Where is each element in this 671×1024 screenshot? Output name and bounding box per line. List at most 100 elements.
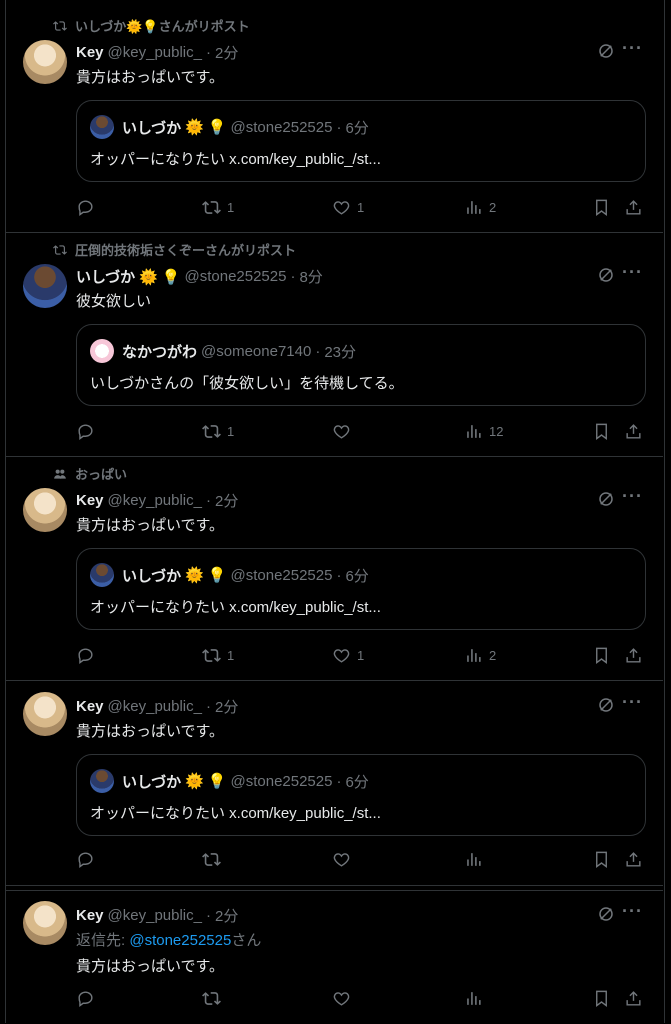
reply-icon bbox=[78, 424, 93, 441]
avatar[interactable] bbox=[23, 40, 67, 84]
author-name[interactable]: Key bbox=[76, 698, 104, 715]
reply-button[interactable] bbox=[76, 850, 95, 869]
retweet-button[interactable] bbox=[202, 850, 227, 869]
reply-icon bbox=[78, 991, 93, 1008]
reply-button[interactable] bbox=[76, 989, 95, 1008]
bookmark-button[interactable] bbox=[592, 989, 611, 1008]
author-handle[interactable]: @key_public_ bbox=[108, 698, 202, 715]
bookmark-button[interactable] bbox=[592, 198, 611, 217]
quoted-post[interactable]: いしづか 🌞 💡 @stone252525 · 6分 オッパーになりたい x.co… bbox=[76, 754, 646, 836]
avatar[interactable] bbox=[23, 692, 67, 736]
author-name[interactable]: Key bbox=[76, 44, 104, 61]
post-time[interactable]: 2分 bbox=[215, 905, 238, 926]
grok-button[interactable] bbox=[597, 696, 615, 719]
more-icon[interactable]: ··· bbox=[622, 901, 643, 922]
action-bar bbox=[76, 989, 648, 1011]
post[interactable]: いしづか🌞💡さんがリポスト Key @key_public_ · 2分 ··· … bbox=[6, 8, 663, 233]
post-time[interactable]: 2分 bbox=[215, 490, 238, 511]
views-icon bbox=[467, 201, 481, 214]
views-icon bbox=[467, 992, 481, 1005]
post-header: Key @key_public_ · 2分 bbox=[76, 42, 238, 63]
retweet-count: 1 bbox=[227, 424, 235, 439]
post-text: 貴方はおっぱいです。 bbox=[76, 517, 225, 534]
quoted-avatar bbox=[90, 115, 114, 139]
quoted-post[interactable]: なかつがわ @someone7140 · 23分 いしづかさんの「彼女欲しい」を… bbox=[76, 324, 646, 406]
views-button[interactable]: 2 bbox=[464, 646, 496, 665]
quoted-post[interactable]: いしづか 🌞 💡 @stone252525 · 6分 オッパーになりたい x.co… bbox=[76, 100, 646, 182]
retweet-button[interactable]: 1 bbox=[202, 198, 234, 217]
grok-button[interactable] bbox=[597, 266, 615, 289]
retweet-count: 1 bbox=[227, 648, 235, 663]
separator-dot: · bbox=[336, 772, 342, 790]
post[interactable]: Key @key_public_ · 2分 ··· 貴方はおっぱいです。 いしづ… bbox=[6, 680, 663, 886]
sun-emoji-icon: 🌞 bbox=[185, 567, 204, 584]
like-button[interactable] bbox=[332, 850, 357, 869]
quoted-author-name: いしづか bbox=[122, 119, 182, 137]
like-button[interactable] bbox=[332, 422, 357, 441]
share-button[interactable] bbox=[624, 198, 643, 217]
views-button[interactable]: 12 bbox=[464, 422, 503, 441]
separator-dot: · bbox=[205, 44, 211, 61]
grok-button[interactable] bbox=[597, 42, 615, 65]
avatar[interactable] bbox=[23, 264, 67, 308]
grok-button[interactable] bbox=[597, 490, 615, 513]
more-icon[interactable]: ··· bbox=[622, 262, 643, 283]
sun-emoji-icon: 🌞 bbox=[185, 773, 204, 790]
share-button[interactable] bbox=[624, 646, 643, 665]
share-button[interactable] bbox=[624, 989, 643, 1008]
views-button[interactable] bbox=[464, 989, 489, 1008]
separator-dot: · bbox=[336, 118, 342, 136]
post[interactable]: 圧倒的技術垢さくぞーさんがリポスト いしづか 🌞 💡 @stone252525 ·… bbox=[6, 232, 663, 457]
like-button[interactable]: 1 bbox=[332, 198, 364, 217]
more-icon[interactable]: ··· bbox=[622, 38, 643, 59]
quoted-handle: @stone252525 bbox=[230, 118, 333, 136]
quoted-post[interactable]: いしづか 🌞 💡 @stone252525 · 6分 オッパーになりたい x.co… bbox=[76, 548, 646, 630]
author-name[interactable]: いしづか bbox=[76, 266, 135, 287]
sun-emoji-icon: 🌞 bbox=[139, 268, 158, 286]
share-button[interactable] bbox=[624, 850, 643, 869]
author-name[interactable]: Key bbox=[76, 492, 104, 509]
reply-button[interactable] bbox=[76, 422, 95, 441]
author-handle[interactable]: @stone252525 bbox=[184, 268, 286, 285]
author-handle[interactable]: @key_public_ bbox=[108, 907, 202, 924]
post-text: 彼女欲しい bbox=[76, 293, 152, 310]
post[interactable]: Key @key_public_ · 2分 ··· 返信先: @stone252… bbox=[6, 890, 663, 1024]
post-time[interactable]: 2分 bbox=[215, 696, 238, 717]
post-header: Key @key_public_ · 2分 bbox=[76, 696, 238, 717]
views-button[interactable] bbox=[464, 850, 489, 869]
retweet-button[interactable]: 1 bbox=[202, 646, 234, 665]
post-time[interactable]: 2分 bbox=[215, 42, 238, 63]
share-button[interactable] bbox=[624, 422, 643, 441]
grok-icon bbox=[599, 44, 613, 58]
reply-button[interactable] bbox=[76, 198, 95, 217]
bookmark-button[interactable] bbox=[592, 422, 611, 441]
reply-icon bbox=[78, 852, 93, 869]
avatar[interactable] bbox=[23, 901, 67, 945]
quoted-header: いしづか 🌞 💡 @stone252525 · 6分 bbox=[90, 769, 369, 793]
post[interactable]: おっぱい Key @key_public_ · 2分 ··· 貴方はおっぱいです… bbox=[6, 456, 663, 681]
author-handle[interactable]: @key_public_ bbox=[108, 492, 202, 509]
bookmark-button[interactable] bbox=[592, 850, 611, 869]
community-context[interactable]: おっぱい bbox=[53, 464, 127, 483]
repost-context[interactable]: いしづか🌞💡さんがリポスト bbox=[53, 16, 250, 35]
reply-button[interactable] bbox=[76, 646, 95, 665]
reply-to-handle-link[interactable]: @stone252525 bbox=[129, 932, 231, 949]
quoted-handle: @stone252525 bbox=[230, 566, 333, 584]
bookmark-button[interactable] bbox=[592, 646, 611, 665]
bulb-emoji-icon: 💡 bbox=[207, 119, 227, 136]
repost-context[interactable]: 圧倒的技術垢さくぞーさんがリポスト bbox=[53, 240, 296, 259]
retweet-button[interactable]: 1 bbox=[202, 422, 234, 441]
retweet-button[interactable] bbox=[202, 989, 227, 1008]
like-button[interactable]: 1 bbox=[332, 646, 364, 665]
like-button[interactable] bbox=[332, 989, 357, 1008]
avatar[interactable] bbox=[23, 488, 67, 532]
share-icon bbox=[626, 200, 641, 215]
more-icon[interactable]: ··· bbox=[622, 692, 643, 713]
post-time[interactable]: 8分 bbox=[299, 266, 322, 287]
author-name[interactable]: Key bbox=[76, 907, 104, 924]
views-button[interactable]: 2 bbox=[464, 198, 496, 217]
grok-button[interactable] bbox=[597, 905, 615, 928]
author-handle[interactable]: @key_public_ bbox=[108, 44, 202, 61]
more-icon[interactable]: ··· bbox=[622, 486, 643, 507]
retweet-icon bbox=[53, 20, 67, 31]
